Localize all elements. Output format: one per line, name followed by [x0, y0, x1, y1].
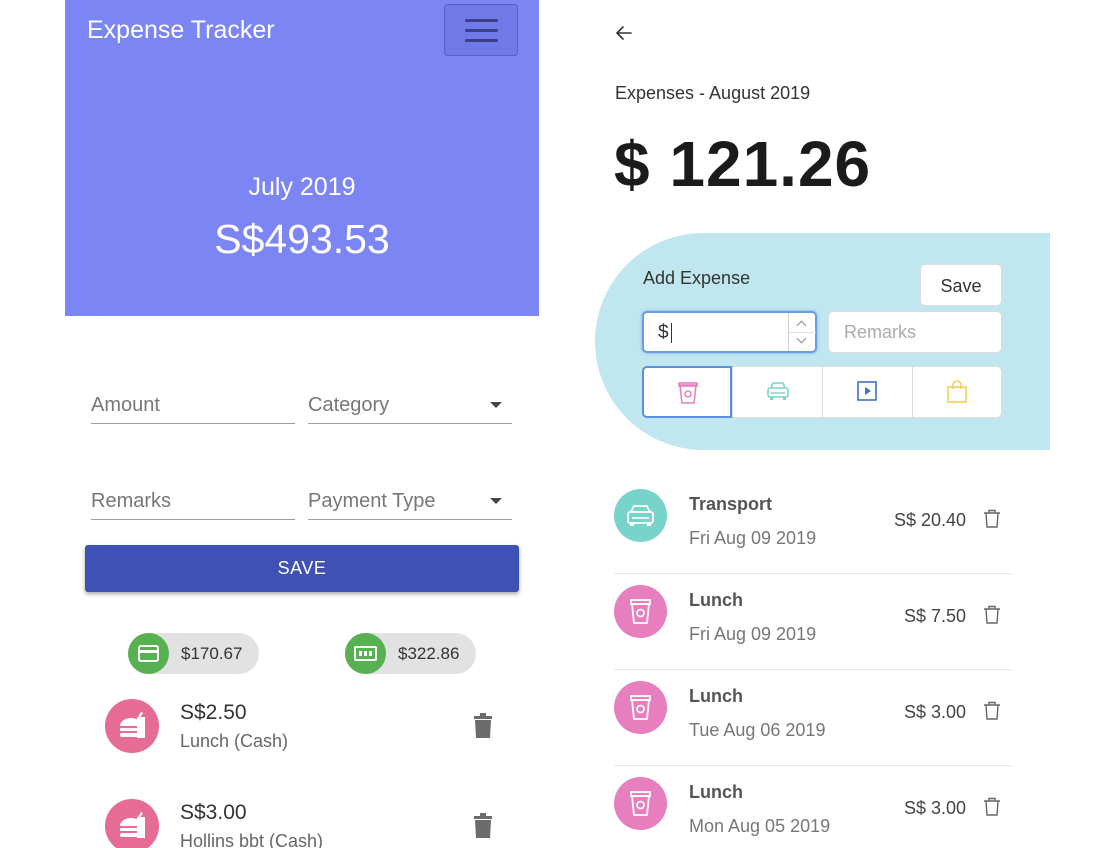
- expense-category: Transport: [689, 494, 773, 514]
- payment-type-select[interactable]: Payment Type: [308, 484, 512, 520]
- expense-row[interactable]: Lunch Mon Aug 05 2019 S$ 3.00: [614, 766, 1011, 848]
- entry-amount: S$3.00: [180, 801, 247, 824]
- category-entertainment-button[interactable]: [822, 367, 912, 417]
- remarks-input[interactable]: Remarks: [828, 311, 1002, 353]
- period-total: $ 121.26: [614, 128, 872, 200]
- dropdown-arrow-icon: [490, 498, 502, 504]
- amount-stepper[interactable]: [788, 313, 816, 351]
- cup-icon: [678, 382, 698, 404]
- expense-date: Fri Aug 09 2019: [689, 624, 817, 644]
- expense-row[interactable]: Lunch Tue Aug 06 2019 S$ 3.00: [614, 670, 1011, 766]
- delete-icon[interactable]: [472, 813, 494, 844]
- trash-icon[interactable]: [983, 797, 1001, 822]
- food-icon: [105, 699, 159, 753]
- period-title: Expenses - August 2019: [615, 83, 811, 103]
- expense-row[interactable]: Transport Fri Aug 09 2019 S$ 20.40: [614, 478, 1011, 574]
- amount-placeholder: Amount: [91, 394, 160, 416]
- save-button[interactable]: Save: [920, 264, 1002, 306]
- back-arrow-icon[interactable]: [614, 23, 634, 48]
- monthly-expenses-app: Expenses - August 2019 $ 121.26 Add Expe…: [578, 0, 1050, 848]
- expense-amount: S$ 7.50: [903, 606, 966, 626]
- play-icon: [857, 381, 877, 401]
- month-label: July 2019: [248, 173, 356, 201]
- list-item[interactable]: S$2.50 Lunch (Cash): [105, 699, 505, 759]
- entry-description: Hollins bbt (Cash): [180, 831, 324, 848]
- expense-date: Fri Aug 09 2019: [689, 528, 817, 548]
- cup-icon: [614, 777, 667, 830]
- expense-category: Lunch: [689, 782, 743, 802]
- category-transport-button[interactable]: [732, 367, 822, 417]
- list-item[interactable]: S$3.00 Hollins bbt (Cash): [105, 799, 505, 848]
- expense-amount: S$ 3.00: [903, 702, 966, 722]
- cash-icon: [345, 633, 386, 674]
- car-icon: [767, 382, 789, 400]
- category-placeholder: Category: [308, 394, 390, 416]
- credit-card-icon: [128, 633, 169, 674]
- cash-total-value: $322.86: [398, 644, 460, 663]
- cash-total-chip: $322.86: [345, 633, 476, 674]
- amount-field[interactable]: Amount: [91, 388, 295, 424]
- cup-icon: [614, 681, 667, 734]
- expense-date: Mon Aug 05 2019: [689, 816, 831, 836]
- trash-icon[interactable]: [983, 701, 1001, 726]
- hamburger-icon: [465, 19, 498, 22]
- trash-icon[interactable]: [983, 509, 1001, 534]
- category-select[interactable]: Category: [308, 388, 512, 424]
- dropdown-arrow-icon: [490, 402, 502, 408]
- card-total-chip: $170.67: [128, 633, 259, 674]
- cup-icon: [614, 585, 667, 638]
- expense-category: Lunch: [689, 590, 743, 610]
- expense-tracker-app: Expense Tracker July 2019 S$493.53 Amoun…: [65, 0, 539, 848]
- card-total-value: $170.67: [181, 644, 243, 663]
- amount-input[interactable]: $: [642, 311, 817, 353]
- summary-header: Expense Tracker July 2019 S$493.53: [65, 0, 539, 316]
- category-shopping-button[interactable]: [912, 367, 1002, 417]
- car-icon: [614, 489, 667, 542]
- add-expense-label: Add Expense: [643, 268, 751, 288]
- food-icon: [105, 799, 159, 848]
- entry-amount: S$2.50: [180, 701, 247, 724]
- trash-icon[interactable]: [983, 605, 1001, 630]
- chevron-down-icon[interactable]: [796, 333, 807, 344]
- remarks-placeholder: Remarks: [844, 322, 917, 342]
- payment-type-placeholder: Payment Type: [308, 490, 436, 512]
- expense-category: Lunch: [689, 686, 743, 706]
- category-selector: [642, 366, 1002, 418]
- menu-button[interactable]: [444, 4, 518, 56]
- expense-amount: S$ 3.00: [903, 798, 966, 818]
- category-food-button[interactable]: [642, 366, 732, 418]
- save-button[interactable]: SAVE: [85, 545, 519, 592]
- remarks-field[interactable]: Remarks: [91, 484, 295, 520]
- delete-icon[interactable]: [472, 713, 494, 744]
- entry-description: Lunch (Cash): [180, 731, 289, 751]
- expense-row[interactable]: Lunch Fri Aug 09 2019 S$ 7.50: [614, 574, 1011, 670]
- chevron-up-icon[interactable]: [796, 320, 807, 331]
- month-total: S$493.53: [214, 216, 390, 262]
- expense-amount: S$ 20.40: [893, 510, 966, 530]
- app-title: Expense Tracker: [87, 16, 275, 44]
- expense-date: Tue Aug 06 2019: [689, 720, 826, 740]
- shopping-bag-icon: [947, 380, 967, 403]
- remarks-placeholder: Remarks: [91, 490, 172, 512]
- amount-value: $: [658, 322, 669, 343]
